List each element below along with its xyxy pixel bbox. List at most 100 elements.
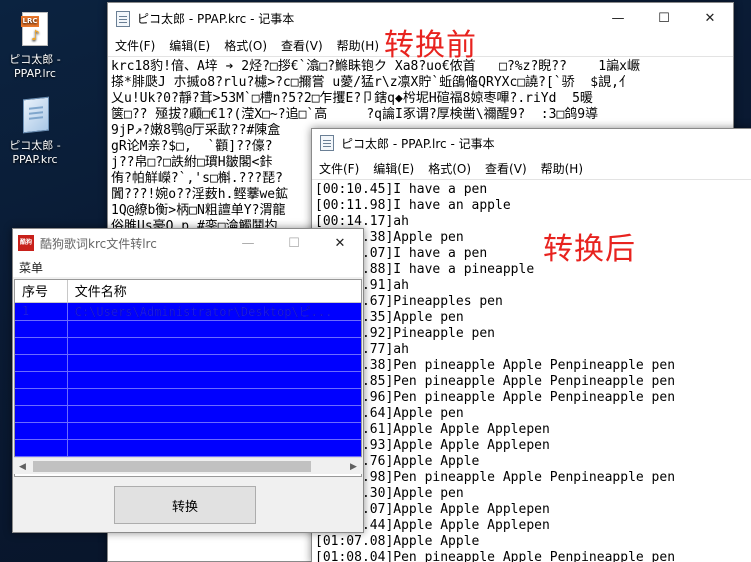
desktop-icon-lrc[interactable]: LRC ♪ ピコ太郎 - PPAP.lrc [0,10,70,81]
menu-format[interactable]: 格式(O) [421,160,478,177]
table-row[interactable] [15,422,361,440]
music-file-icon: LRC ♪ [18,10,52,50]
menu-file[interactable]: 文件(F) [108,37,162,54]
kugou-logo-icon: 酷狗 [18,235,34,251]
minimize-button[interactable]: — [225,229,271,257]
annotation-after: 转换后 [543,232,636,267]
cell-filename [67,320,361,338]
menu-help[interactable]: 帮助(H) [330,37,386,54]
table-row[interactable] [15,337,361,355]
table-row[interactable] [15,439,361,457]
menu-file[interactable]: 文件(F) [312,160,366,177]
lyric-line: [00:41.76]Apple Apple [315,454,480,469]
table-row[interactable] [15,371,361,389]
lyric-line: [00:29.38]Pen pineapple Apple Penpineapp… [315,358,676,373]
lyric-line: [00:25.92]Pineapple pen [315,326,496,341]
file-list-table[interactable]: 序号 文件名称 1 C:\Users\Administrator\Desktop\… [14,279,362,477]
lyric-line: [00:15.38]Apple pen [315,230,464,245]
lyric-line: [00:37.61]Apple Apple Applepen [315,422,550,437]
annotation-before: 转换前 [384,28,477,63]
desktop-icon-krc[interactable]: ピコ太郎 - PPAP.krc [0,96,70,167]
cell-filename [67,388,361,406]
cell-index [15,320,68,338]
close-button[interactable]: ✕ [687,3,733,34]
lyric-line: [00:11.98]I have an apple [315,198,511,213]
scroll-left-icon[interactable]: ◀ [14,458,31,475]
lyric-line: [00:59.07]Apple Apple Applepen [315,502,550,517]
table-row[interactable] [15,388,361,406]
desktop-icon-label: ピコ太郎 - [9,53,61,66]
desktop: LRC ♪ ピコ太郎 - PPAP.lrc ピコ太郎 - PPAP.krc ピコ太… [0,0,751,562]
lyric-line: [00:10.45]I have a pen [315,182,488,197]
menu-help[interactable]: 帮助(H) [534,160,590,177]
lyric-line: [01:07.08]Apple Apple [315,534,480,549]
menu-main[interactable]: 菜单 [13,259,49,276]
menu-view[interactable]: 查看(V) [274,37,330,54]
window-title: 酷狗歌词krc文件转lrc [40,236,157,251]
convert-button[interactable]: 转换 [114,486,256,524]
cell-index [15,371,68,389]
menu-view[interactable]: 查看(V) [478,160,534,177]
menu-bar: 文件(F) 编辑(E) 格式(O) 查看(V) 帮助(H) [312,157,751,179]
cell-index [15,388,68,406]
cell-filename [67,422,361,440]
converter-window: 酷狗 酷狗歌词krc文件转lrc — ☐ ✕ 菜单 序号 文件名称 1 C:\Us… [12,228,364,533]
notepad-lrc-window: ピコ太郎 - PPAP.lrc - 记事本 文件(F) 编辑(E) 格式(O) … [311,128,751,562]
scroll-thumb[interactable] [33,461,311,472]
column-header-filename[interactable]: 文件名称 [67,280,361,303]
scroll-right-icon[interactable]: ▶ [345,458,362,475]
cell-filename [67,439,361,457]
horizontal-scrollbar[interactable]: ◀ ▶ [14,457,362,474]
cell-filename: C:\Users\Administrator\Desktop\ピ... [67,302,361,321]
lyric-line: [00:17.07]I have a pen [315,246,488,261]
desktop-icon-label: ピコ太郎 - [9,139,61,152]
cell-index [15,439,68,457]
lyric-line: [01:05.44]Apple Apple Applepen [315,518,550,533]
title-bar[interactable]: 酷狗 酷狗歌词krc文件转lrc — ☐ ✕ [13,229,363,257]
window-title: ピコ太郎 - PPAP.krc - 记事本 [137,12,295,26]
table-row[interactable]: 1 C:\Users\Administrator\Desktop\ピ... [15,302,361,321]
cell-filename [67,405,361,423]
menu-edit[interactable]: 编辑(E) [162,37,217,54]
close-button[interactable]: ✕ [317,229,363,257]
lyric-line: [00:27.77]ah [315,342,749,358]
lyric-line: [00:34.96]Pen pineapple Apple Penpineapp… [315,390,676,405]
maximize-button[interactable]: ☐ [641,3,687,34]
menu-format[interactable]: 格式(O) [217,37,274,54]
desktop-icon-label: PPAP.krc [12,153,58,166]
text-editor[interactable]: [00:10.45]I have a pen [00:11.98]I have a… [312,179,751,562]
minimize-button[interactable]: — [595,3,641,34]
lyric-line: [00:24.35]Apple pen [315,310,464,325]
cell-index: 1 [15,302,68,321]
lyric-line: [01:08.04]Pen pineapple Apple Penpineapp… [315,550,676,562]
cell-index [15,405,68,423]
lyric-line: [00:21.91]ah [315,278,749,294]
cell-filename [67,354,361,372]
table-row[interactable] [15,354,361,372]
cell-filename [67,337,361,355]
table-row[interactable] [15,320,361,338]
menu-bar: 菜单 [13,257,363,277]
lyric-line: [00:43.98]Pen pineapple Apple Penpineapp… [315,470,676,485]
notepad-icon [116,10,130,27]
lyric-line: [00:36.64]Apple pen [315,406,464,421]
cell-filename [67,371,361,389]
table-row[interactable] [15,405,361,423]
maximize-button[interactable]: ☐ [271,229,317,257]
lyric-line: [00:32.85]Pen pineapple Apple Penpineapp… [315,374,676,389]
cell-index [15,354,68,372]
lyric-line: [00:14.17]ah [315,214,409,229]
column-header-index[interactable]: 序号 [15,280,68,303]
cell-index [15,337,68,355]
lyric-line: [00:55.30]Apple pen [315,486,464,501]
menu-edit[interactable]: 编辑(E) [366,160,421,177]
krc-file-icon [18,96,52,136]
window-title: ピコ太郎 - PPAP.lrc - 记事本 [341,136,495,151]
lyric-line: [00:18.88]I have a pineapple [315,262,535,277]
lyric-line: [00:22.67]Pineapples pen [315,294,503,309]
lyric-line: [00:39.93]Apple Apple Applepen [315,438,550,453]
cell-index [15,422,68,440]
notepad-icon [320,135,334,151]
title-bar[interactable]: ピコ太郎 - PPAP.lrc - 记事本 [312,129,751,157]
desktop-icon-label: PPAP.lrc [14,67,56,80]
